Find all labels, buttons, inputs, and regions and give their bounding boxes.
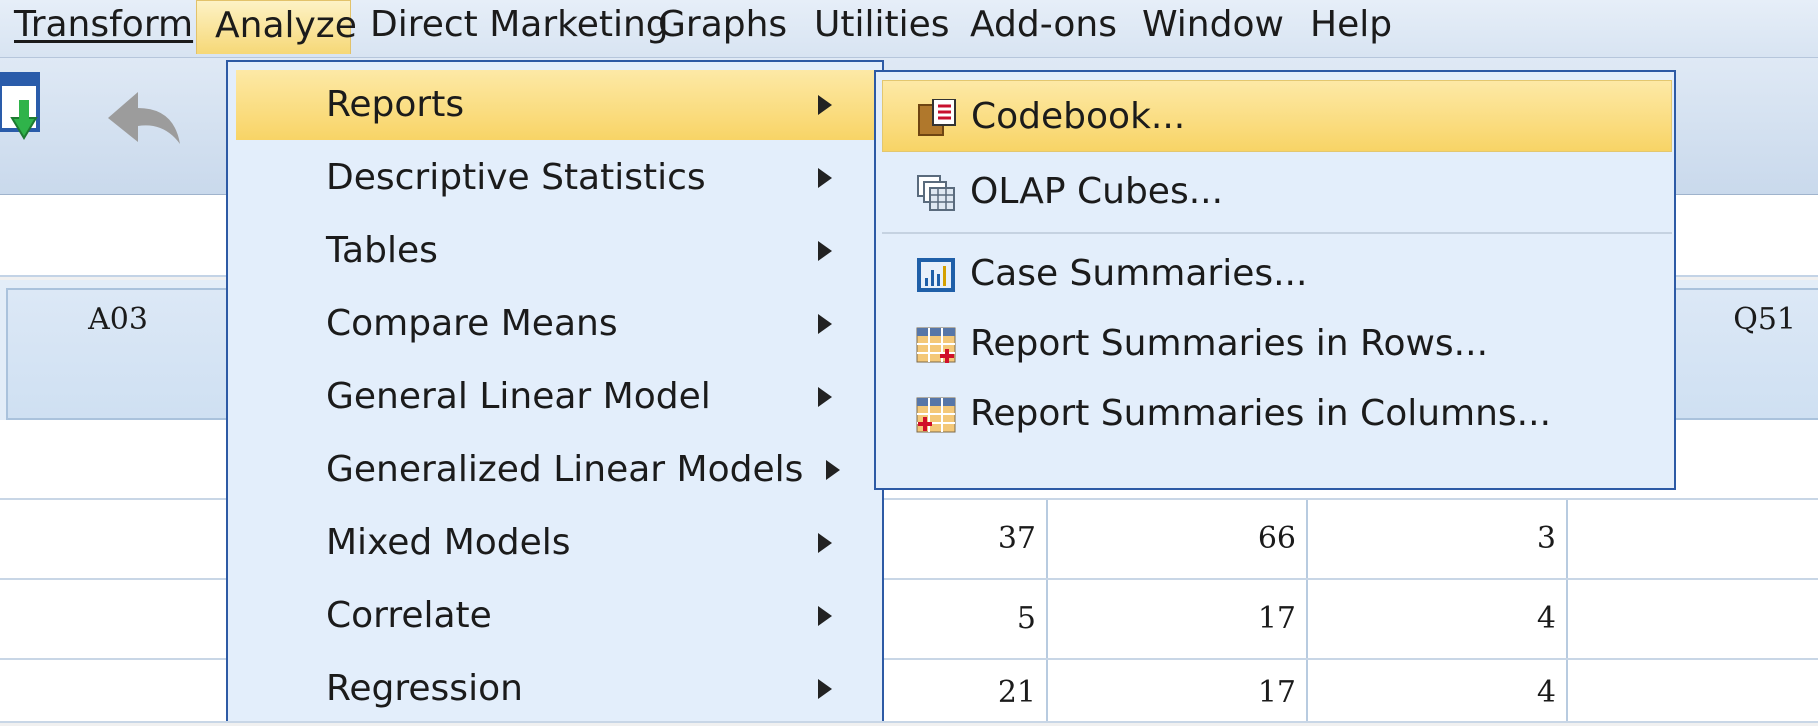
menu-add-ons[interactable]: Add-ons bbox=[970, 0, 1117, 54]
submenu-item-olap-cubes-label: OLAP Cubes... bbox=[970, 171, 1224, 212]
menu-transform[interactable]: Transform bbox=[14, 0, 193, 54]
menu-item-correlate[interactable]: Correlate bbox=[228, 581, 884, 651]
chevron-right-icon bbox=[818, 533, 832, 553]
table-cell[interactable]: 5 bbox=[880, 580, 1048, 658]
submenu-item-report-summaries-columns[interactable]: Report Summaries in Columns... bbox=[882, 378, 1672, 450]
report-columns-icon bbox=[916, 397, 956, 433]
submenu-item-case-summaries-label: Case Summaries... bbox=[970, 253, 1308, 294]
save-to-repository-icon bbox=[0, 72, 40, 140]
menu-item-compare-means[interactable]: Compare Means bbox=[228, 289, 884, 359]
submenu-item-olap-cubes[interactable]: OLAP Cubes... bbox=[882, 156, 1672, 228]
menu-item-general-linear-model[interactable]: General Linear Model bbox=[228, 362, 884, 432]
table-cell[interactable]: 66 bbox=[1048, 500, 1308, 578]
menu-item-tables[interactable]: Tables bbox=[228, 216, 884, 286]
table-cell[interactable]: 4 bbox=[1308, 660, 1568, 721]
submenu-item-report-summaries-rows-label: Report Summaries in Rows... bbox=[970, 323, 1489, 364]
menu-utilities[interactable]: Utilities bbox=[814, 0, 950, 54]
menu-separator bbox=[882, 232, 1672, 234]
menu-window[interactable]: Window bbox=[1142, 0, 1284, 54]
save-to-repository-button[interactable] bbox=[0, 72, 48, 152]
chevron-right-icon bbox=[818, 95, 832, 115]
column-header-a03[interactable]: A03 bbox=[6, 288, 230, 420]
menu-item-reports[interactable]: Reports bbox=[236, 70, 884, 140]
table-cell[interactable]: 21 bbox=[880, 660, 1048, 721]
report-rows-icon bbox=[916, 327, 956, 363]
menu-add-ons-label: Add-ons bbox=[970, 4, 1117, 45]
menu-analyze-label: Analyze bbox=[215, 5, 357, 46]
menu-direct-marketing[interactable]: Direct Marketing bbox=[370, 0, 669, 54]
submenu-item-codebook[interactable]: Codebook... bbox=[882, 80, 1672, 152]
column-header-q51-label: Q51 bbox=[1733, 302, 1796, 337]
submenu-item-report-summaries-rows[interactable]: Report Summaries in Rows... bbox=[882, 308, 1672, 380]
codebook-icon bbox=[918, 99, 956, 136]
chevron-right-icon bbox=[818, 679, 832, 699]
column-header-a03-label: A03 bbox=[88, 302, 148, 337]
menu-bar: Transform Analyze Direct Marketing Graph… bbox=[0, 0, 1818, 58]
chevron-right-icon bbox=[818, 241, 832, 261]
submenu-item-case-summaries[interactable]: Case Summaries... bbox=[882, 238, 1672, 310]
menu-utilities-label: Utilities bbox=[814, 4, 950, 45]
chevron-right-icon bbox=[826, 460, 840, 480]
menu-graphs-label: Graphs bbox=[658, 4, 788, 45]
menu-item-mixed-models[interactable]: Mixed Models bbox=[228, 508, 884, 578]
menu-item-descriptive-statistics-label: Descriptive Statistics bbox=[326, 157, 706, 198]
menu-item-descriptive-statistics[interactable]: Descriptive Statistics bbox=[228, 143, 884, 213]
table-cell[interactable]: 17 bbox=[1048, 580, 1308, 658]
menu-item-generalized-linear-models-label: Generalized Linear Models bbox=[326, 449, 804, 490]
table-cell[interactable]: 37 bbox=[880, 500, 1048, 578]
menu-item-regression[interactable]: Regression bbox=[228, 654, 884, 724]
menu-item-mixed-models-label: Mixed Models bbox=[326, 522, 571, 563]
chevron-right-icon bbox=[818, 606, 832, 626]
menu-direct-marketing-label: Direct Marketing bbox=[370, 4, 669, 45]
menu-item-compare-means-label: Compare Means bbox=[326, 303, 618, 344]
menu-help[interactable]: Help bbox=[1310, 0, 1392, 54]
table-cell[interactable]: 3 bbox=[1308, 500, 1568, 578]
chevron-right-icon bbox=[818, 168, 832, 188]
chevron-right-icon bbox=[818, 314, 832, 334]
analyze-menu: Reports Descriptive Statistics Tables Co… bbox=[226, 60, 884, 721]
reports-submenu: Codebook... OLAP Cubes... Case Summaries… bbox=[874, 70, 1676, 490]
menu-item-correlate-label: Correlate bbox=[326, 595, 492, 636]
table-cell[interactable]: 4 bbox=[1308, 580, 1568, 658]
chevron-right-icon bbox=[818, 387, 832, 407]
menu-item-generalized-linear-models[interactable]: Generalized Linear Models bbox=[228, 435, 884, 505]
menu-help-label: Help bbox=[1310, 4, 1393, 45]
menu-graphs[interactable]: Graphs bbox=[658, 0, 787, 54]
case-summaries-icon bbox=[917, 258, 955, 292]
menu-item-general-linear-model-label: General Linear Model bbox=[326, 376, 711, 417]
menu-item-reports-label: Reports bbox=[326, 84, 465, 125]
menu-item-regression-label: Regression bbox=[326, 668, 523, 709]
table-cell[interactable]: 17 bbox=[1048, 660, 1308, 721]
submenu-item-codebook-label: Codebook... bbox=[971, 96, 1186, 137]
menu-analyze[interactable]: Analyze bbox=[196, 0, 357, 54]
olap-cubes-icon bbox=[917, 175, 955, 211]
undo-icon bbox=[108, 92, 180, 144]
menu-transform-label: Transform bbox=[14, 4, 194, 45]
menu-window-label: Window bbox=[1142, 4, 1284, 45]
submenu-item-report-summaries-columns-label: Report Summaries in Columns... bbox=[970, 393, 1552, 434]
menu-item-tables-label: Tables bbox=[326, 230, 438, 271]
undo-button[interactable] bbox=[104, 88, 184, 148]
